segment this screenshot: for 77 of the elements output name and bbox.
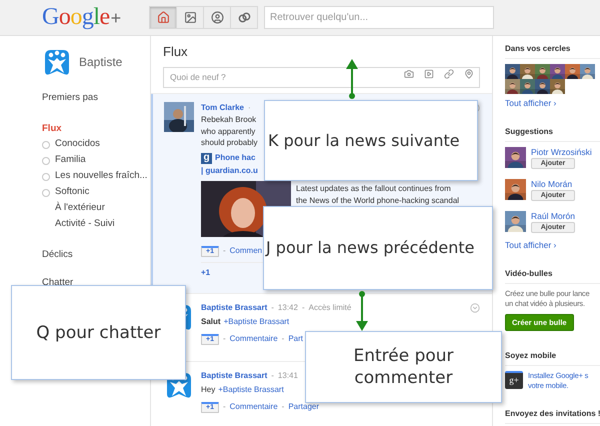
separator: - — [271, 370, 274, 382]
location-icon[interactable] — [464, 69, 474, 79]
profile-icon — [210, 11, 224, 24]
link-icon[interactable] — [444, 69, 454, 79]
chat-title: Chatter — [42, 276, 74, 288]
camera-icon[interactable] — [404, 69, 414, 79]
video-icon[interactable] — [424, 69, 434, 79]
circle-link[interactable]: À l'extérieur — [55, 201, 105, 216]
action-link[interactable]: Commentaire — [230, 333, 278, 345]
circle-link[interactable]: Conocidos — [55, 137, 100, 152]
post-text: should probably — [201, 137, 258, 148]
separator: - — [222, 333, 226, 345]
section-title: Suggestions — [505, 127, 554, 137]
nav-tab[interactable] — [149, 6, 177, 29]
action-link[interactable]: Commentaire — [230, 401, 278, 413]
circle-link[interactable]: Familia — [55, 153, 86, 168]
circle-link[interactable]: Softonic — [55, 185, 90, 200]
app-icon[interactable]: g+ — [505, 371, 523, 389]
nav-tab[interactable] — [176, 6, 204, 29]
search-field[interactable]: Retrouver quelqu'un... — [264, 6, 494, 29]
home-icon — [156, 11, 170, 24]
mention-link[interactable]: +Baptiste Brassart — [224, 316, 290, 328]
action-link[interactable]: Partager — [288, 401, 320, 413]
link-title[interactable]: Phone hac — [215, 152, 256, 164]
separator: - — [222, 401, 226, 413]
link-title[interactable]: | guardian.co.u — [201, 165, 258, 177]
action-link[interactable]: Part — [288, 333, 304, 345]
author-name[interactable]: Baptiste Brassart — [201, 370, 268, 382]
site-icon: g — [201, 152, 212, 164]
post-meta: Accès limité — [308, 302, 352, 314]
section-title: Envoyez des invitations ! — [505, 409, 600, 419]
photos-icon — [184, 11, 196, 24]
show-all-link[interactable]: Tout afficher › — [505, 98, 556, 108]
post-text: Salut — [201, 316, 221, 328]
arrow — [356, 291, 368, 331]
link-snippet: the News of the World phone-hacking scandal — [296, 194, 460, 206]
circles-icon — [238, 11, 250, 24]
section-title: Vidéo-bulles — [505, 269, 554, 279]
shortcut-tooltip: Q pour chatter — [11, 285, 186, 380]
person-name[interactable]: Raúl Morón — [531, 211, 575, 221]
profile-name[interactable]: Baptiste — [79, 53, 122, 71]
compose-field[interactable]: Quoi de neuf ? — [163, 66, 480, 88]
author-name[interactable]: Tom Clarke — [201, 102, 244, 114]
shortcut-tooltip: Entrée pour commenter — [305, 331, 502, 403]
post-text: Rebekah Brook — [201, 114, 256, 126]
post-meta: 13:42 — [278, 302, 298, 314]
stream-title: Flux — [163, 44, 189, 60]
separator: - — [282, 401, 284, 413]
nav-link[interactable]: Déclics — [42, 248, 73, 260]
nav-link[interactable]: Flux — [42, 123, 62, 134]
separator: - — [302, 302, 305, 314]
circle-link[interactable]: Les nouvelles fraîch... — [55, 169, 148, 184]
section-title: Soyez mobile — [505, 351, 558, 361]
post-meta: 13:41 — [278, 370, 298, 382]
shortcut-tooltip: J pour la news précédente — [263, 206, 493, 290]
arrow — [346, 59, 358, 99]
separator: · — [248, 102, 251, 114]
nav-tab[interactable] — [230, 6, 258, 29]
person-name[interactable]: Piotr Wrzosiński — [531, 147, 592, 157]
separator: - — [271, 302, 274, 314]
post-text: Hey — [201, 384, 216, 396]
logo[interactable]: Google+ — [42, 4, 121, 30]
circle-link[interactable]: Activité - Suivi — [55, 217, 115, 232]
action-link[interactable]: Commen — [230, 245, 262, 257]
nav-tab[interactable] — [203, 6, 231, 29]
person-name[interactable]: Nilo Morán — [531, 179, 575, 189]
nav-link[interactable]: Premiers pas — [42, 92, 98, 103]
post-text: who apparently — [201, 126, 256, 137]
mention-link[interactable]: +Baptiste Brassart — [218, 384, 284, 396]
separator: - — [282, 333, 284, 345]
section-title: Dans vos cercles — [505, 44, 572, 54]
shortcut-tooltip: K pour la news suivante — [264, 100, 478, 181]
separator: - — [222, 245, 226, 257]
link-snippet: Latest updates as the fallout continues from — [296, 182, 451, 194]
author-name[interactable]: Baptiste Brassart — [201, 302, 268, 314]
show-all-link[interactable]: Tout afficher › — [505, 240, 556, 250]
menu-icon[interactable] — [470, 302, 480, 312]
